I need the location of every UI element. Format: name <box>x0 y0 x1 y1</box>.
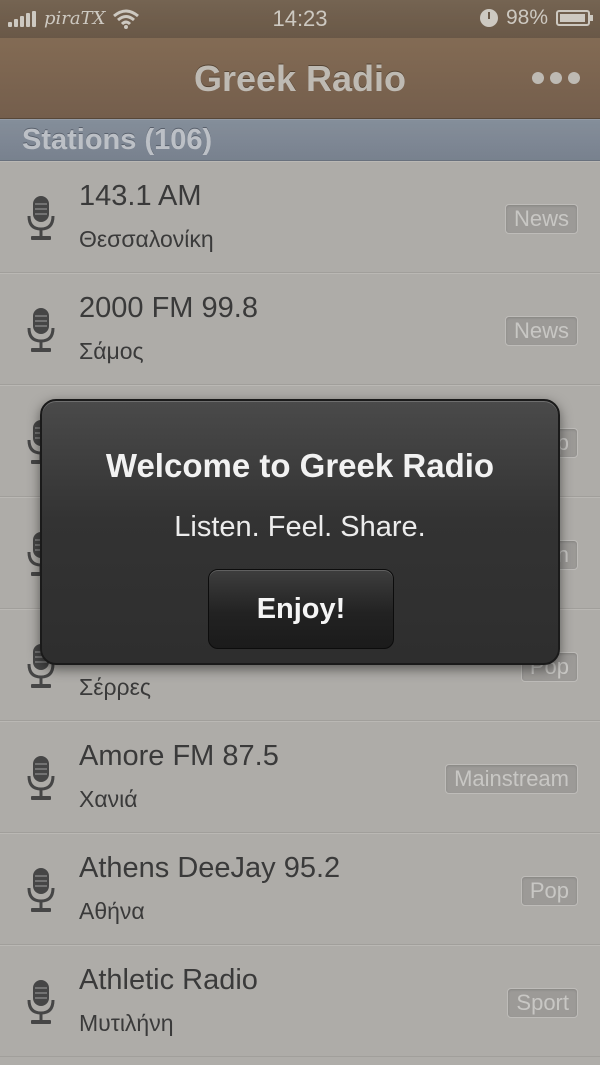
welcome-alert: Welcome to Greek Radio Listen. Feel. Sha… <box>40 399 560 665</box>
alert-message: Listen. Feel. Share. <box>174 511 426 543</box>
enjoy-button[interactable]: Enjoy! <box>208 569 394 649</box>
alert-title: Welcome to Greek Radio <box>105 447 495 484</box>
